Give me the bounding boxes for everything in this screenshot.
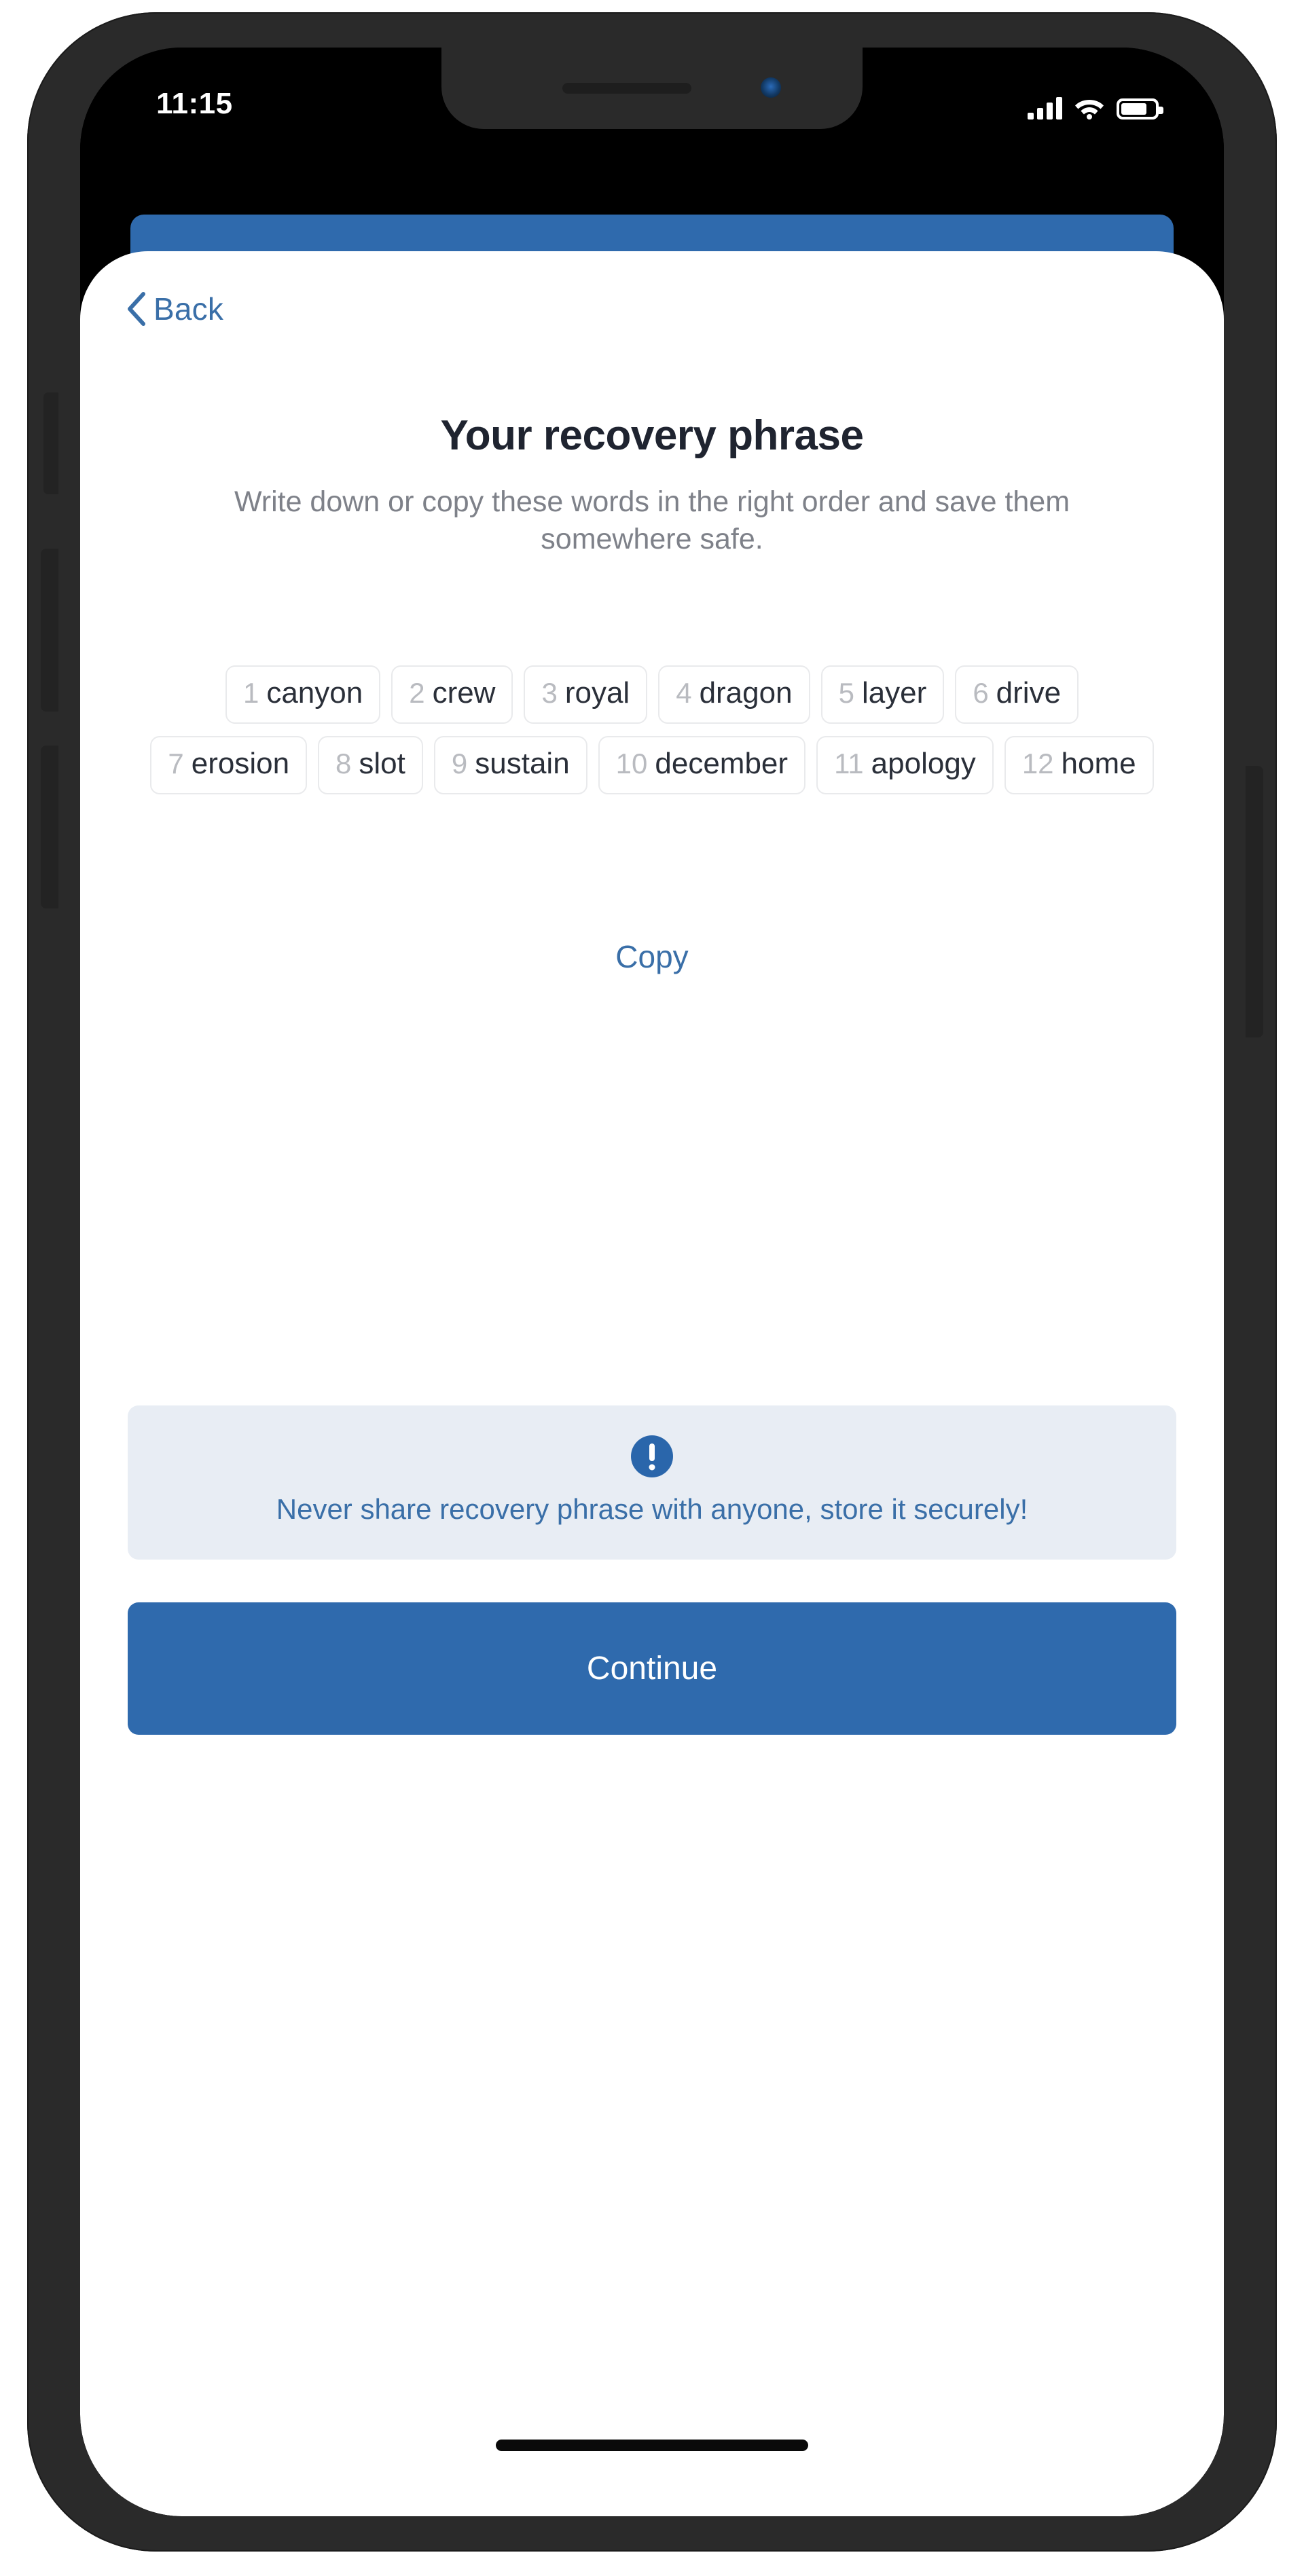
front-camera-icon xyxy=(761,77,781,98)
continue-button[interactable]: Continue xyxy=(128,1602,1176,1735)
recovery-word-index: 4 xyxy=(676,677,692,709)
recovery-word-text: apology xyxy=(871,747,976,780)
status-bar-time: 11:15 xyxy=(156,87,233,120)
recovery-word-chip[interactable]: 4 dragon xyxy=(658,665,810,724)
recovery-word-chip[interactable]: 3 royal xyxy=(524,665,648,724)
security-warning-banner: Never share recovery phrase with anyone,… xyxy=(128,1405,1176,1560)
device-screen: 11:15 Back Your recovery phrase Write do… xyxy=(80,48,1224,2516)
recovery-word-text: erosion xyxy=(191,747,290,780)
recovery-word-text: dragon xyxy=(699,676,793,710)
recovery-word-chip[interactable]: 7 erosion xyxy=(150,736,308,794)
back-button[interactable]: Back xyxy=(126,291,223,327)
app-sheet: Back Your recovery phrase Write down or … xyxy=(80,251,1224,2516)
recovery-word-index: 6 xyxy=(973,677,989,709)
mute-switch-button[interactable] xyxy=(43,392,58,494)
wifi-icon xyxy=(1075,100,1104,119)
recovery-word-chip[interactable]: 1 canyon xyxy=(225,665,381,724)
recovery-word-chip[interactable]: 5 layer xyxy=(820,665,945,724)
screenshot-root: 11:15 Back Your recovery phrase Write do… xyxy=(0,0,1304,2576)
recovery-word-text: sustain xyxy=(475,747,570,780)
recovery-word-index: 11 xyxy=(834,748,864,779)
recovery-word-index: 10 xyxy=(615,748,648,779)
recovery-word-chip[interactable]: 11 apology xyxy=(816,736,994,794)
recovery-word-chip[interactable]: 6 drive xyxy=(955,665,1079,724)
exclamation-circle-icon xyxy=(631,1435,673,1477)
recovery-word-text: home xyxy=(1061,747,1136,780)
recovery-word-index: 1 xyxy=(242,677,259,709)
volume-down-button[interactable] xyxy=(41,746,58,908)
recovery-word-text: slot xyxy=(359,747,405,780)
status-bar-icons xyxy=(1028,87,1163,119)
phone-screen-area: 11:15 Back Your recovery phrase Write do… xyxy=(80,48,1224,2516)
recovery-word-chip[interactable]: 10 december xyxy=(598,736,806,794)
recovery-word-text: december xyxy=(655,747,789,780)
recovery-word-index: 3 xyxy=(541,677,558,709)
volume-up-button[interactable] xyxy=(41,549,58,712)
recovery-word-chip[interactable]: 2 crew xyxy=(391,665,513,724)
recovery-word-text: drive xyxy=(996,676,1062,710)
security-warning-text: Never share recovery phrase with anyone,… xyxy=(276,1493,1028,1525)
recovery-word-chip[interactable]: 8 slot xyxy=(318,736,423,794)
battery-icon xyxy=(1117,98,1163,119)
back-button-label: Back xyxy=(153,291,224,327)
recovery-word-index: 9 xyxy=(451,748,468,779)
notch xyxy=(441,48,863,129)
phone-frame: 11:15 Back Your recovery phrase Write do… xyxy=(27,12,1277,2552)
recovery-word-index: 7 xyxy=(168,748,184,779)
recovery-word-index: 12 xyxy=(1021,748,1054,779)
copy-button[interactable]: Copy xyxy=(80,938,1224,975)
recovery-word-text: layer xyxy=(861,676,927,710)
recovery-phrase-word-list: 1 canyon 2 crew 3 royal 4 dragon 5 layer 6 drive 7 er… xyxy=(145,665,1159,794)
recovery-word-text: crew xyxy=(432,676,496,710)
chevron-left-icon xyxy=(128,292,145,326)
home-indicator[interactable] xyxy=(496,2440,808,2451)
recovery-word-text: royal xyxy=(564,676,630,710)
cellular-signal-icon xyxy=(1028,96,1062,119)
recovery-word-text: canyon xyxy=(266,676,363,710)
recovery-word-index: 8 xyxy=(336,748,352,779)
recovery-word-chip[interactable]: 12 home xyxy=(1004,736,1154,794)
recovery-word-index: 5 xyxy=(838,677,854,709)
recovery-word-index: 2 xyxy=(409,677,425,709)
page-title: Your recovery phrase xyxy=(440,412,864,459)
page-subtitle: Write down or copy these words in the ri… xyxy=(234,485,1070,556)
recovery-word-chip[interactable]: 9 sustain xyxy=(433,736,587,794)
power-button[interactable] xyxy=(1246,766,1263,1037)
earpiece-speaker-icon xyxy=(562,83,691,94)
